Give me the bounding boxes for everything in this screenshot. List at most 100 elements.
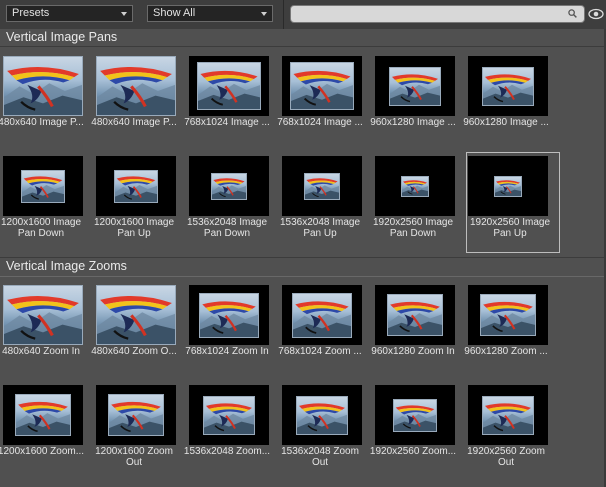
preset-label: 960x1280 Image ...	[370, 117, 456, 128]
preset-label: 768x1024 Zoom In	[185, 346, 269, 357]
toolbar: Presets Show All	[0, 0, 606, 30]
hang-glider-image	[401, 175, 429, 197]
preset-tile[interactable]: 1920x2560 Image Pan Up	[466, 152, 560, 253]
preset-label: 768x1024 Zoom ...	[278, 346, 362, 357]
preset-thumbnail	[282, 385, 362, 445]
preset-tile[interactable]: 960x1280 Zoom In	[371, 285, 455, 385]
search-icon	[568, 9, 577, 18]
preset-label: 960x1280 Image ...	[463, 117, 549, 128]
preset-tile[interactable]: 1200x1600 Zoom Out	[92, 385, 176, 485]
preset-thumbnail	[282, 285, 362, 345]
preset-thumbnail	[375, 285, 455, 345]
hang-glider-image	[482, 395, 534, 435]
preset-tile[interactable]: 1920x2560 Image Pan Down	[371, 156, 455, 256]
preset-label: 480x640 Zoom O...	[91, 346, 177, 357]
preset-label: 768x1024 Image ...	[184, 117, 270, 128]
preset-thumbnail	[189, 56, 269, 116]
preset-thumbnail	[468, 385, 548, 445]
preset-thumbnail	[282, 156, 362, 216]
preset-thumbnail	[96, 385, 176, 445]
preset-thumbnail	[282, 56, 362, 116]
section-divider	[0, 257, 604, 258]
hang-glider-image	[387, 294, 443, 336]
preset-thumbnail	[96, 156, 176, 216]
preset-thumbnail	[189, 385, 269, 445]
preset-tile[interactable]: 768x1024 Zoom In	[185, 285, 269, 385]
preset-tile[interactable]: 960x1280 Image ...	[463, 56, 549, 156]
hang-glider-image	[96, 56, 176, 116]
hang-glider-image	[3, 56, 83, 116]
preset-label: 1536x2048 Image Pan Up	[279, 217, 361, 239]
hang-glider-image	[197, 62, 261, 110]
preset-tile[interactable]: 480x640 Zoom In	[0, 285, 83, 385]
hang-glider-image	[482, 66, 534, 106]
preset-label: 1200x1600 Image Pan Up	[93, 217, 175, 239]
preset-tile[interactable]: 1536x2048 Zoom Out	[278, 385, 362, 485]
preset-label: 1200x1600 Image Pan Down	[0, 217, 82, 239]
preset-label: 768x1024 Image ...	[277, 117, 363, 128]
eye-icon[interactable]	[588, 7, 604, 21]
preset-tile[interactable]: 768x1024 Image ...	[277, 56, 363, 156]
hang-glider-image	[292, 292, 352, 338]
preset-tile[interactable]: 1200x1600 Image Pan Up	[92, 156, 176, 256]
hang-glider-image	[304, 172, 340, 200]
preset-label: 1920x2560 Zoom Out	[467, 446, 545, 468]
preset-thumbnail	[375, 156, 455, 216]
preset-label: 960x1280 Zoom ...	[464, 346, 548, 357]
preset-thumbnail	[375, 385, 455, 445]
preset-tile[interactable]: 480x640 Image P...	[0, 56, 84, 156]
preset-label: 1920x2560 Image Pan Up	[469, 217, 551, 239]
preset-label: 480x640 Image P...	[91, 117, 177, 128]
chevron-down-icon	[121, 12, 127, 16]
preset-label: 480x640 Zoom In	[2, 346, 80, 357]
preset-label: 1536x2048 Image Pan Down	[186, 217, 268, 239]
preset-tile[interactable]: 1536x2048 Image Pan Down	[185, 156, 269, 256]
hang-glider-image	[108, 394, 164, 436]
preset-thumbnail	[96, 285, 176, 345]
preset-label: 1536x2048 Zoom...	[183, 446, 271, 457]
preset-tile[interactable]: 960x1280 Image ...	[370, 56, 456, 156]
hang-glider-image	[114, 169, 158, 203]
hang-glider-image	[389, 66, 441, 106]
preset-tile[interactable]: 1200x1600 Image Pan Down	[0, 156, 83, 256]
preset-tile[interactable]: 480x640 Image P...	[91, 56, 177, 156]
preset-tile[interactable]: 1200x1600 Zoom...	[0, 385, 84, 485]
preset-tile[interactable]: 768x1024 Zoom ...	[278, 285, 362, 385]
preset-label: 1920x2560 Image Pan Down	[372, 217, 454, 239]
preset-label: 1200x1600 Zoom Out	[95, 446, 173, 468]
section-divider	[0, 276, 604, 277]
preset-thumbnail	[96, 56, 176, 116]
preset-tile[interactable]: 768x1024 Image ...	[184, 56, 270, 156]
hang-glider-image	[21, 169, 65, 203]
preset-label: 960x1280 Zoom In	[371, 346, 455, 357]
search-input[interactable]	[290, 5, 585, 23]
preset-thumbnail	[468, 156, 548, 216]
show-all-dropdown-label: Show All	[153, 7, 196, 19]
preset-thumbnail	[3, 385, 83, 445]
hang-glider-image	[296, 395, 348, 435]
hang-glider-image	[290, 62, 354, 110]
presets-dropdown-label: Presets	[12, 7, 50, 19]
preset-tile[interactable]: 1920x2560 Zoom...	[370, 385, 456, 485]
preset-tile[interactable]: 960x1280 Zoom ...	[464, 285, 548, 385]
preset-tile[interactable]: 1536x2048 Zoom...	[184, 385, 270, 485]
preset-tile[interactable]: 480x640 Zoom O...	[91, 285, 177, 385]
preset-label: 1200x1600 Zoom...	[0, 446, 85, 457]
chevron-down-icon	[261, 12, 267, 16]
preset-label: 480x640 Image P...	[0, 117, 84, 128]
section-divider	[0, 46, 604, 47]
preset-thumbnail	[375, 56, 455, 116]
hang-glider-image	[211, 172, 247, 200]
preset-thumbnail	[3, 156, 83, 216]
preset-thumbnail	[3, 285, 83, 345]
presets-panel: Vertical Image Pans 480x640 Image P... 48…	[0, 29, 604, 487]
hang-glider-image	[494, 175, 522, 197]
show-all-dropdown[interactable]: Show All	[147, 5, 273, 22]
hang-glider-image	[96, 285, 176, 345]
hang-glider-image	[3, 285, 83, 345]
toolbar-divider	[283, 0, 284, 29]
preset-label: 1920x2560 Zoom...	[369, 446, 457, 457]
presets-dropdown[interactable]: Presets	[6, 5, 133, 22]
preset-tile[interactable]: 1536x2048 Image Pan Up	[278, 156, 362, 256]
preset-tile[interactable]: 1920x2560 Zoom Out	[464, 385, 548, 485]
